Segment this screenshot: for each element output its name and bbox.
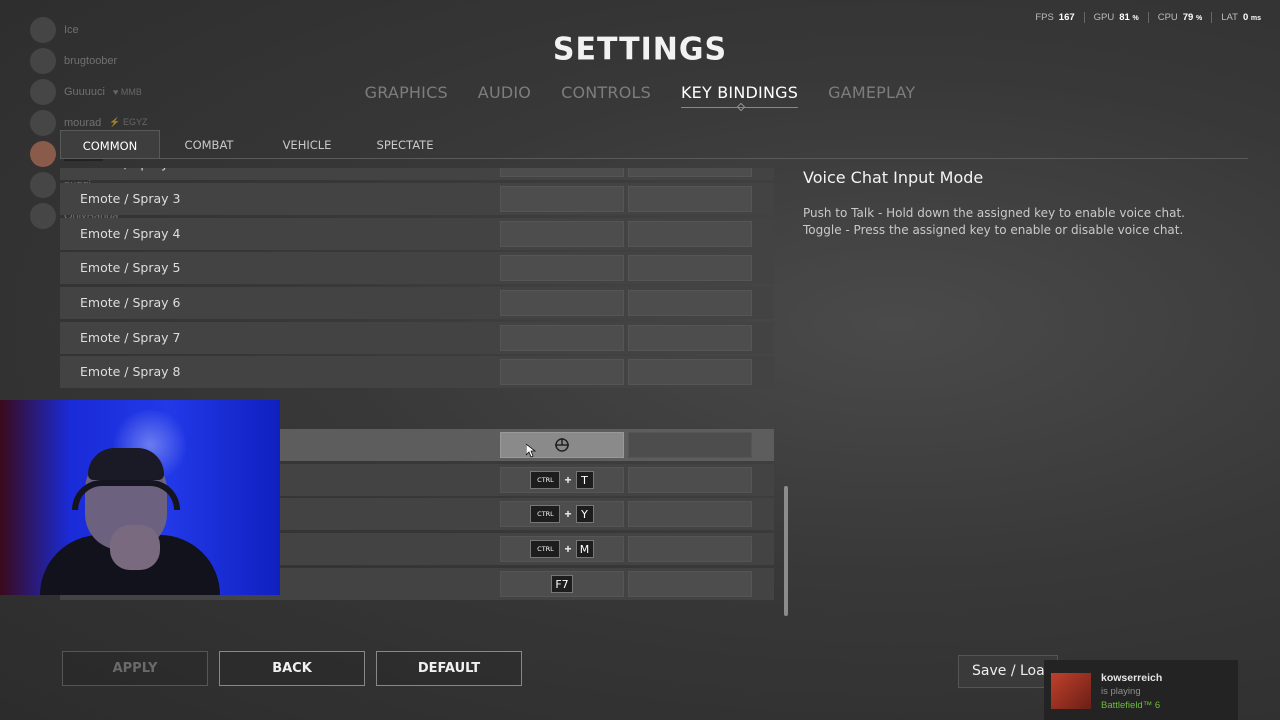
plus-icon: +: [564, 507, 572, 521]
primary-key-slot-listening[interactable]: [500, 432, 624, 458]
binding-row[interactable]: Emote / Spray 5: [60, 252, 774, 284]
description-line: Push to Talk - Hold down the assigned ke…: [803, 206, 1185, 220]
cpu-label: CPU: [1157, 12, 1178, 23]
mouse-icon: [555, 438, 569, 452]
binding-label: Emote / Spray 4: [80, 226, 181, 241]
binding-category-tabs: COMMON COMBAT VEHICLE SPECTATE: [60, 130, 1248, 159]
gpu-stat: GPU 81 %: [1083, 12, 1148, 23]
lat-value: 0 ms: [1242, 12, 1261, 23]
tab-audio[interactable]: AUDIO: [463, 82, 546, 104]
key-ctrl: CTRL: [530, 471, 561, 489]
subtab-spectate[interactable]: SPECTATE: [356, 130, 454, 158]
key-m: M: [575, 540, 594, 558]
cpu-value: 79 %: [1182, 12, 1203, 23]
primary-key-slot[interactable]: CTRL + M: [500, 536, 624, 562]
secondary-key-slot[interactable]: [628, 168, 752, 177]
lat-stat: LAT 0 ms: [1211, 12, 1270, 23]
notification-username: kowserreich: [1101, 672, 1163, 684]
avatar: [30, 171, 56, 198]
plus-icon: +: [564, 473, 572, 487]
secondary-key-slot[interactable]: [628, 290, 752, 316]
binding-row[interactable]: Emote / Spray 7: [60, 322, 774, 354]
lat-label: LAT: [1221, 12, 1238, 23]
key-f7: F7: [551, 575, 573, 593]
primary-key-slot[interactable]: [500, 255, 624, 281]
avatar: [30, 109, 56, 136]
subtab-combat[interactable]: COMBAT: [160, 130, 258, 158]
fps-stat: FPS 167: [1026, 12, 1083, 23]
fps-label: FPS: [1035, 12, 1054, 23]
tab-key-bindings[interactable]: KEY BINDINGS: [666, 82, 813, 108]
settings-tabs: GRAPHICS AUDIO CONTROLS KEY BINDINGS GAM…: [0, 82, 1280, 108]
gpu-label: GPU: [1093, 12, 1115, 23]
avatar: [30, 140, 56, 167]
cpu-stat: CPU 79 %: [1147, 12, 1212, 23]
binding-label: Emote / Spray 7: [80, 330, 181, 345]
description-line: Toggle - Press the assigned key to enabl…: [803, 223, 1184, 237]
default-button[interactable]: DEFAULT: [376, 651, 522, 686]
binding-row[interactable]: Emote / Spray 3: [60, 183, 774, 215]
binding-label: Emote / Spray 3: [80, 191, 181, 206]
key-t: T: [575, 471, 594, 489]
apply-button[interactable]: APPLY: [62, 651, 208, 686]
secondary-key-slot[interactable]: [628, 536, 752, 562]
key-ctrl: CTRL: [530, 540, 561, 558]
secondary-key-slot[interactable]: [628, 571, 752, 597]
primary-key-slot[interactable]: [500, 221, 624, 247]
notification-status: is playing: [1101, 686, 1141, 697]
binding-label: Emote / Spray 6: [80, 295, 181, 310]
chat-badge: ⚡ EGYZ: [109, 117, 148, 127]
secondary-key-slot[interactable]: [628, 221, 752, 247]
tab-graphics[interactable]: GRAPHICS: [350, 82, 463, 104]
primary-key-slot[interactable]: [500, 290, 624, 316]
gpu-value: 81 %: [1119, 12, 1139, 23]
primary-key-slot[interactable]: CTRL + T: [500, 467, 624, 493]
primary-key-slot[interactable]: [500, 359, 624, 385]
description-body: Push to Talk - Hold down the assigned ke…: [803, 205, 1185, 239]
binding-label: Emote / Spray 8: [80, 364, 181, 379]
fps-value: 167: [1058, 12, 1075, 23]
secondary-key-slot[interactable]: [628, 325, 752, 351]
secondary-key-slot[interactable]: [628, 186, 752, 212]
secondary-key-slot[interactable]: [628, 501, 752, 527]
performance-overlay: FPS 167 GPU 81 % CPU 79 % LAT 0 ms: [1026, 12, 1270, 23]
chat-username: mourad: [64, 116, 102, 129]
secondary-key-slot[interactable]: [628, 359, 752, 385]
primary-key-slot[interactable]: CTRL + Y: [500, 501, 624, 527]
subtab-vehicle[interactable]: VEHICLE: [258, 130, 356, 158]
plus-icon: +: [564, 542, 572, 556]
page-title: SETTINGS: [552, 31, 728, 68]
primary-key-slot[interactable]: [500, 325, 624, 351]
secondary-key-slot[interactable]: [628, 467, 752, 493]
primary-key-slot[interactable]: [500, 186, 624, 212]
key-y: Y: [575, 505, 594, 523]
description-title: Voice Chat Input Mode: [803, 168, 984, 187]
tab-gameplay[interactable]: GAMEPLAY: [813, 82, 930, 104]
tab-controls[interactable]: CONTROLS: [546, 82, 666, 104]
secondary-key-slot[interactable]: [628, 432, 752, 458]
binding-row[interactable]: Emote / Spray 6: [60, 287, 774, 319]
secondary-key-slot[interactable]: [628, 255, 752, 281]
key-ctrl: CTRL: [530, 505, 561, 523]
binding-row[interactable]: Emote / Spray 4: [60, 218, 774, 250]
scrollbar-thumb[interactable]: [784, 486, 788, 616]
avatar: [30, 202, 56, 229]
notification-game: Battlefield™ 6: [1101, 700, 1161, 711]
avatar: [1051, 673, 1091, 709]
friend-notification[interactable]: kowserreich is playing Battlefield™ 6: [1044, 660, 1238, 720]
primary-key-slot[interactable]: F7: [500, 571, 624, 597]
webcam-overlay: [0, 400, 280, 595]
binding-row[interactable]: Emote / Spray 2: [60, 168, 774, 180]
primary-key-slot[interactable]: [500, 168, 624, 177]
save-load-button[interactable]: Save / Load: [958, 655, 1058, 688]
subtab-common[interactable]: COMMON: [60, 130, 160, 158]
binding-label: Emote / Spray 2: [80, 168, 180, 180]
binding-label: Emote / Spray 5: [80, 260, 181, 275]
binding-row[interactable]: Emote / Spray 8: [60, 356, 774, 388]
mouse-cursor-icon: [526, 444, 536, 458]
back-button[interactable]: BACK: [219, 651, 365, 686]
